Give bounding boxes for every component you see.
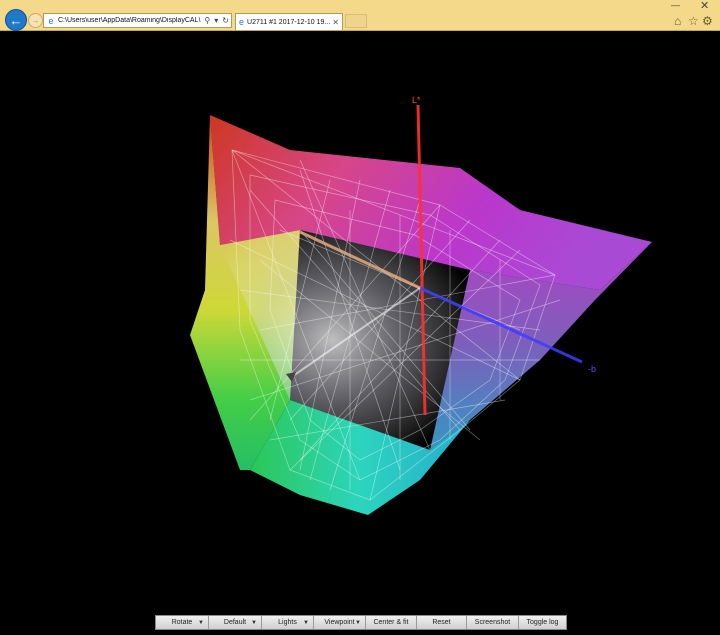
forward-arrow-icon: → [31,16,40,25]
viewpoint-button[interactable]: Viewpoint ▼ [314,616,366,629]
browser-chrome: ← → e C:\Users\user\AppData\Roaming\Disp… [0,0,720,31]
center-fit-button[interactable]: Center & fit [366,616,417,629]
gamut-3d-render: L* -b [190,95,652,515]
gamut-3d-viewport[interactable]: L* -b [0,31,720,605]
back-button[interactable]: ← [5,9,27,31]
chevron-down-icon: ▼ [198,619,204,626]
l-axis-label: L* [412,95,421,105]
address-bar[interactable]: e C:\Users\user\AppData\Roaming\DisplayC… [43,13,232,28]
ie-page-icon: e [48,15,54,26]
default-button[interactable]: Default ▼ [209,616,262,629]
back-arrow-icon: ← [9,12,23,28]
toggle-log-button[interactable]: Toggle log [519,616,566,629]
search-icon[interactable]: ⚲ [204,16,210,25]
reset-button[interactable]: Reset [417,616,467,629]
forward-button[interactable]: → [28,13,43,28]
chevron-down-icon: ▼ [355,619,361,626]
tab-title: U2711 #1 2017-12-10 19... [247,18,331,26]
new-tab-button[interactable] [345,14,367,28]
viewer-toolbar: Rotate ▼ Default ▼ Lights ▼ Viewpoint ▼ Cent… [155,615,567,630]
chevron-down-icon: ▼ [303,619,309,626]
tab-ie-icon: e [239,17,245,27]
favorites-star-icon[interactable]: ☆ [688,14,699,28]
chevron-down-icon: ▼ [251,619,257,626]
tab-close-icon[interactable]: ✕ [332,18,339,27]
browser-tab[interactable]: e U2711 #1 2017-12-10 19... ✕ [235,13,343,30]
lights-button[interactable]: Lights ▼ [262,616,314,629]
minimize-icon[interactable]: — [671,0,680,10]
address-text[interactable]: C:\Users\user\AppData\Roaming\DisplayCAL… [58,17,202,24]
rotate-button[interactable]: Rotate ▼ [156,616,209,629]
close-window-icon[interactable]: ✕ [700,0,709,12]
screenshot-button[interactable]: Screenshot [467,616,519,629]
dropdown-icon[interactable]: ▾ [214,16,218,25]
b-axis-label: -b [588,364,596,374]
settings-gear-icon[interactable]: ⚙ [702,14,713,28]
home-icon[interactable]: ⌂ [674,14,681,28]
refresh-icon[interactable]: ↻ [222,16,229,25]
